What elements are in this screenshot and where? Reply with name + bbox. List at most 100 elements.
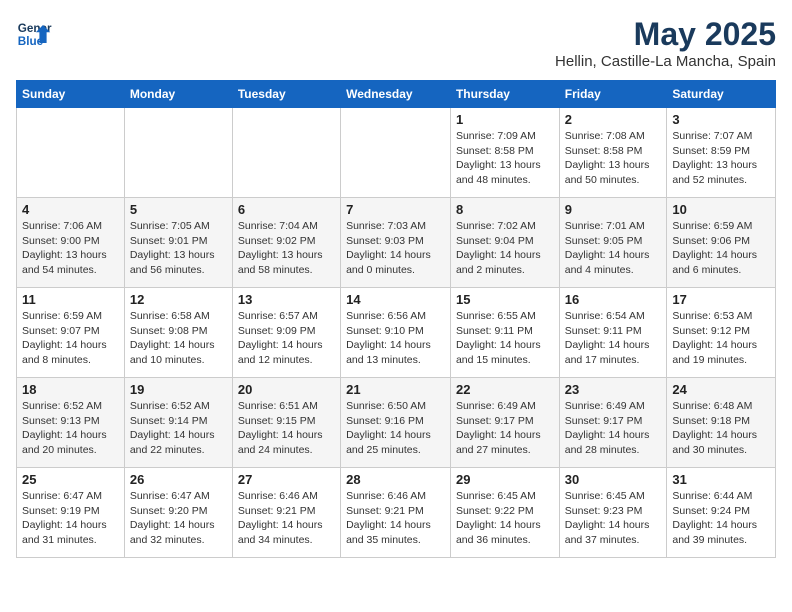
calendar-cell: 8 Sunrise: 7:02 AM Sunset: 9:04 PM Daylig… xyxy=(450,198,559,288)
calendar-cell: 28 Sunrise: 6:46 AM Sunset: 9:21 PM Dayli… xyxy=(341,468,451,558)
calendar-cell: 21 Sunrise: 6:50 AM Sunset: 9:16 PM Dayli… xyxy=(341,378,451,468)
day-number: 13 xyxy=(238,292,335,307)
day-number: 5 xyxy=(130,202,227,217)
calendar-cell: 14 Sunrise: 6:56 AM Sunset: 9:10 PM Dayli… xyxy=(341,288,451,378)
calendar-cell: 26 Sunrise: 6:47 AM Sunset: 9:20 PM Dayli… xyxy=(124,468,232,558)
day-info: Sunrise: 6:56 AM Sunset: 9:10 PM Dayligh… xyxy=(346,309,445,368)
day-number: 19 xyxy=(130,382,227,397)
day-number: 18 xyxy=(22,382,119,397)
header-day: Monday xyxy=(124,81,232,108)
calendar-cell: 24Sunrise: 6:48 AM Sunset: 9:18 PM Dayli… xyxy=(667,378,776,468)
calendar-table: SundayMondayTuesdayWednesdayThursdayFrid… xyxy=(16,80,776,558)
day-info: Sunrise: 6:44 AM Sunset: 9:24 PM Dayligh… xyxy=(672,489,770,548)
calendar-week-row: 25 Sunrise: 6:47 AM Sunset: 9:19 PM Dayli… xyxy=(17,468,776,558)
day-info: Sunrise: 6:53 AM Sunset: 9:12 PM Dayligh… xyxy=(672,309,770,368)
day-number: 4 xyxy=(22,202,119,217)
day-number: 22 xyxy=(456,382,554,397)
calendar-cell: 20 Sunrise: 6:51 AM Sunset: 9:15 PM Dayli… xyxy=(232,378,340,468)
day-number: 9 xyxy=(565,202,662,217)
day-info: Sunrise: 7:06 AM Sunset: 9:00 PM Dayligh… xyxy=(22,219,119,278)
calendar-week-row: 11 Sunrise: 6:59 AM Sunset: 9:07 PM Dayli… xyxy=(17,288,776,378)
day-info: Sunrise: 7:05 AM Sunset: 9:01 PM Dayligh… xyxy=(130,219,227,278)
header-day: Thursday xyxy=(450,81,559,108)
header-day: Tuesday xyxy=(232,81,340,108)
day-info: Sunrise: 6:55 AM Sunset: 9:11 PM Dayligh… xyxy=(456,309,554,368)
day-info: Sunrise: 6:54 AM Sunset: 9:11 PM Dayligh… xyxy=(565,309,662,368)
calendar-cell: 10 Sunrise: 6:59 AM Sunset: 9:06 PM Dayli… xyxy=(667,198,776,288)
header-day: Wednesday xyxy=(341,81,451,108)
calendar-cell: 23Sunrise: 6:49 AM Sunset: 9:17 PM Dayli… xyxy=(559,378,667,468)
calendar-week-row: 4 Sunrise: 7:06 AM Sunset: 9:00 PM Daylig… xyxy=(17,198,776,288)
day-info: Sunrise: 7:01 AM Sunset: 9:05 PM Dayligh… xyxy=(565,219,662,278)
day-info: Sunrise: 6:52 AM Sunset: 9:13 PM Dayligh… xyxy=(22,399,119,458)
calendar-cell: 4 Sunrise: 7:06 AM Sunset: 9:00 PM Daylig… xyxy=(17,198,125,288)
month-title: May 2025 xyxy=(555,16,776,53)
calendar-cell xyxy=(17,108,125,198)
day-info: Sunrise: 6:59 AM Sunset: 9:07 PM Dayligh… xyxy=(22,309,119,368)
calendar-cell: 7Sunrise: 7:03 AM Sunset: 9:03 PM Daylig… xyxy=(341,198,451,288)
day-info: Sunrise: 6:45 AM Sunset: 9:22 PM Dayligh… xyxy=(456,489,554,548)
calendar-cell: 30 Sunrise: 6:45 AM Sunset: 9:23 PM Dayli… xyxy=(559,468,667,558)
day-info: Sunrise: 6:50 AM Sunset: 9:16 PM Dayligh… xyxy=(346,399,445,458)
day-info: Sunrise: 6:58 AM Sunset: 9:08 PM Dayligh… xyxy=(130,309,227,368)
day-number: 12 xyxy=(130,292,227,307)
calendar-cell: 18 Sunrise: 6:52 AM Sunset: 9:13 PM Dayli… xyxy=(17,378,125,468)
logo-icon: General Blue xyxy=(16,16,52,52)
day-number: 8 xyxy=(456,202,554,217)
day-number: 26 xyxy=(130,472,227,487)
day-info: Sunrise: 6:46 AM Sunset: 9:21 PM Dayligh… xyxy=(346,489,445,548)
day-info: Sunrise: 6:59 AM Sunset: 9:06 PM Dayligh… xyxy=(672,219,770,278)
calendar-cell: 13Sunrise: 6:57 AM Sunset: 9:09 PM Dayli… xyxy=(232,288,340,378)
calendar-cell: 25 Sunrise: 6:47 AM Sunset: 9:19 PM Dayli… xyxy=(17,468,125,558)
calendar-cell: 17 Sunrise: 6:53 AM Sunset: 9:12 PM Dayli… xyxy=(667,288,776,378)
day-number: 16 xyxy=(565,292,662,307)
day-number: 11 xyxy=(22,292,119,307)
day-number: 25 xyxy=(22,472,119,487)
calendar-cell: 29 Sunrise: 6:45 AM Sunset: 9:22 PM Dayli… xyxy=(450,468,559,558)
day-number: 31 xyxy=(672,472,770,487)
header-day: Saturday xyxy=(667,81,776,108)
day-number: 21 xyxy=(346,382,445,397)
calendar-cell: 27Sunrise: 6:46 AM Sunset: 9:21 PM Dayli… xyxy=(232,468,340,558)
calendar-cell: 16 Sunrise: 6:54 AM Sunset: 9:11 PM Dayli… xyxy=(559,288,667,378)
location-title: Hellin, Castille-La Mancha, Spain xyxy=(555,53,776,70)
day-number: 28 xyxy=(346,472,445,487)
calendar-cell: 31 Sunrise: 6:44 AM Sunset: 9:24 PM Dayli… xyxy=(667,468,776,558)
day-info: Sunrise: 7:04 AM Sunset: 9:02 PM Dayligh… xyxy=(238,219,335,278)
day-number: 30 xyxy=(565,472,662,487)
day-info: Sunrise: 6:51 AM Sunset: 9:15 PM Dayligh… xyxy=(238,399,335,458)
day-number: 2 xyxy=(565,112,662,127)
svg-text:General: General xyxy=(18,22,52,35)
day-number: 6 xyxy=(238,202,335,217)
header-day: Sunday xyxy=(17,81,125,108)
day-number: 1 xyxy=(456,112,554,127)
day-number: 7 xyxy=(346,202,445,217)
day-info: Sunrise: 6:48 AM Sunset: 9:18 PM Dayligh… xyxy=(672,399,770,458)
day-number: 27 xyxy=(238,472,335,487)
day-info: Sunrise: 6:47 AM Sunset: 9:20 PM Dayligh… xyxy=(130,489,227,548)
header-day: Friday xyxy=(559,81,667,108)
day-number: 20 xyxy=(238,382,335,397)
calendar-cell: 19 Sunrise: 6:52 AM Sunset: 9:14 PM Dayli… xyxy=(124,378,232,468)
calendar-cell: 22Sunrise: 6:49 AM Sunset: 9:17 PM Dayli… xyxy=(450,378,559,468)
logo: General Blue xyxy=(16,16,52,52)
calendar-cell: 3Sunrise: 7:07 AM Sunset: 8:59 PM Daylig… xyxy=(667,108,776,198)
title-area: May 2025 Hellin, Castille-La Mancha, Spa… xyxy=(555,16,776,70)
calendar-cell: 1 Sunrise: 7:09 AM Sunset: 8:58 PM Daylig… xyxy=(450,108,559,198)
day-info: Sunrise: 7:02 AM Sunset: 9:04 PM Dayligh… xyxy=(456,219,554,278)
day-number: 29 xyxy=(456,472,554,487)
day-info: Sunrise: 7:09 AM Sunset: 8:58 PM Dayligh… xyxy=(456,129,554,188)
day-info: Sunrise: 6:47 AM Sunset: 9:19 PM Dayligh… xyxy=(22,489,119,548)
calendar-week-row: 18 Sunrise: 6:52 AM Sunset: 9:13 PM Dayli… xyxy=(17,378,776,468)
calendar-week-row: 1 Sunrise: 7:09 AM Sunset: 8:58 PM Daylig… xyxy=(17,108,776,198)
calendar-cell: 12 Sunrise: 6:58 AM Sunset: 9:08 PM Dayli… xyxy=(124,288,232,378)
day-number: 17 xyxy=(672,292,770,307)
day-info: Sunrise: 6:45 AM Sunset: 9:23 PM Dayligh… xyxy=(565,489,662,548)
header: General Blue May 2025 Hellin, Castille-L… xyxy=(16,16,776,70)
day-number: 3 xyxy=(672,112,770,127)
day-number: 23 xyxy=(565,382,662,397)
day-number: 14 xyxy=(346,292,445,307)
day-number: 10 xyxy=(672,202,770,217)
calendar-cell xyxy=(124,108,232,198)
day-info: Sunrise: 6:52 AM Sunset: 9:14 PM Dayligh… xyxy=(130,399,227,458)
